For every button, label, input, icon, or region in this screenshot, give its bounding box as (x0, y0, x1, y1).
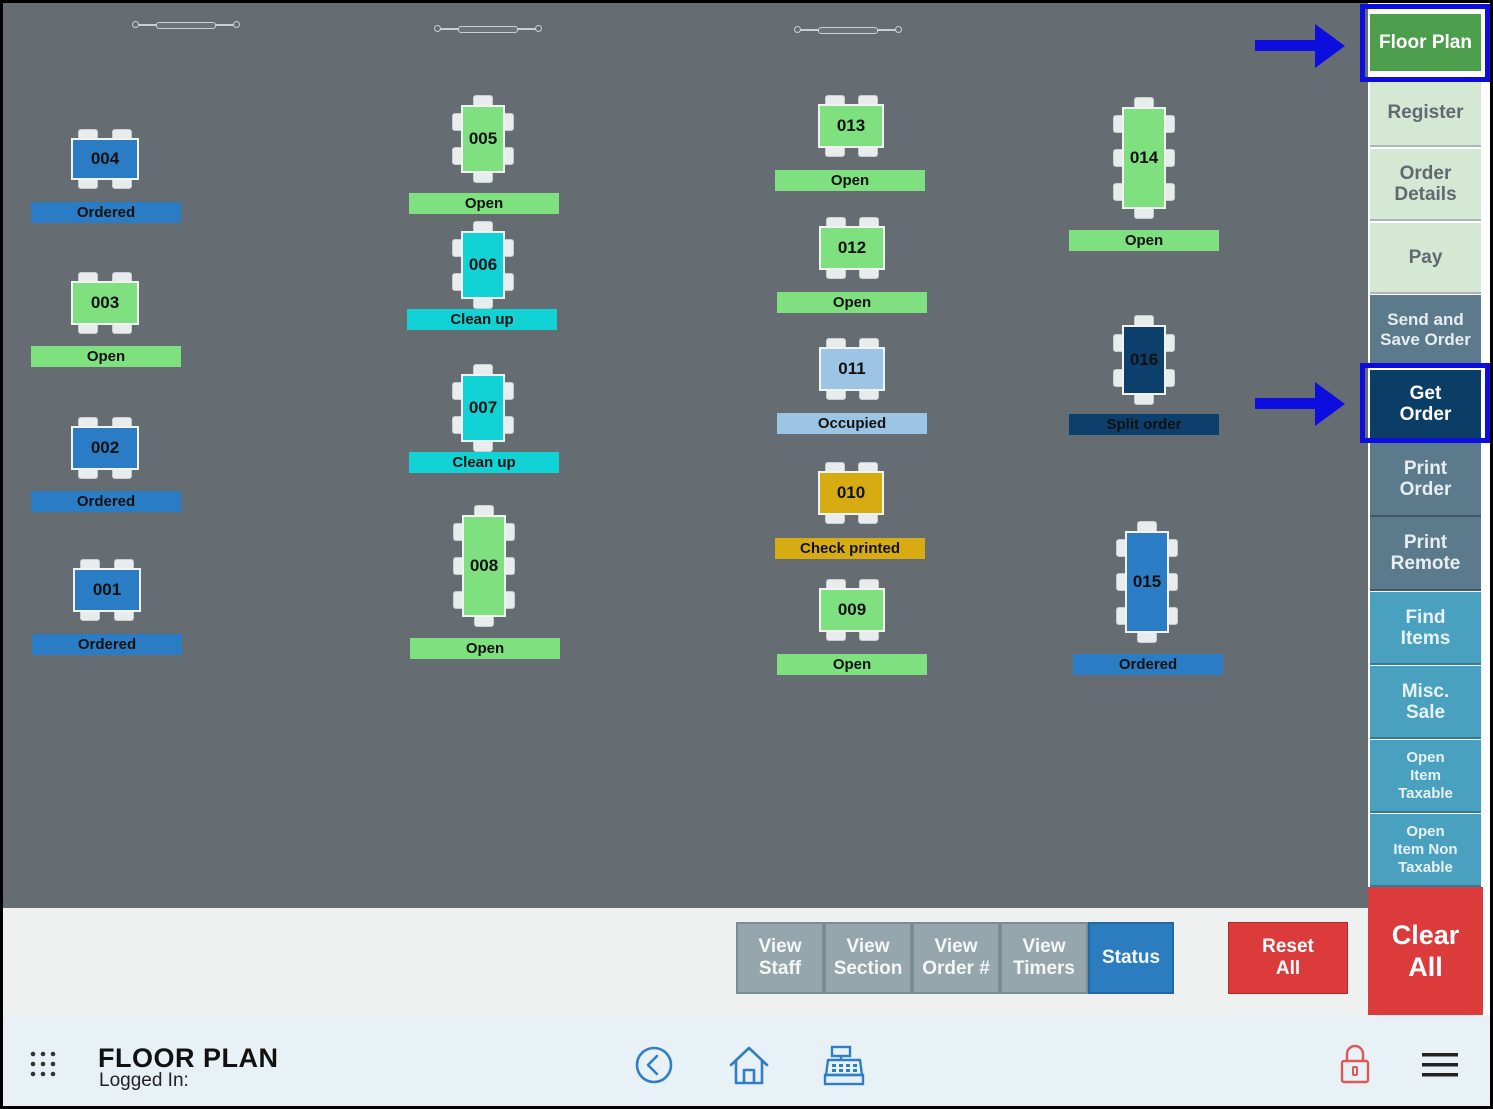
table-status-label: Ordered (31, 202, 181, 223)
table-status-label: Open (409, 193, 559, 214)
table-status-label: Open (777, 292, 927, 313)
table-number: 006 (461, 231, 505, 299)
view-staff-button[interactable]: View Staff (736, 922, 824, 994)
reset-all-button[interactable]: Reset All (1228, 922, 1348, 994)
table-status-label: Open (410, 638, 560, 659)
table-status-label: Open (1069, 230, 1219, 251)
table-number: 013 (818, 104, 884, 148)
table-status-label: Check printed (775, 538, 925, 559)
room-divider (794, 25, 902, 35)
lock-icon[interactable] (1339, 1043, 1371, 1085)
bottom-bar: FLOOR PLAN Logged In: (3, 1015, 1490, 1106)
table-status-label: Open (777, 654, 927, 675)
floor-plan-highlight (1360, 4, 1490, 82)
app-window: 004 Ordered 003 Open 002 Ordered 001 Ordered 005… (0, 0, 1493, 1109)
view-order-number-button[interactable]: View Order # (912, 922, 1000, 994)
logged-in-label: Logged In: (99, 1070, 189, 1091)
open-item-non-taxable-button[interactable]: Open Item Non Taxable (1370, 814, 1481, 887)
table-number: 012 (819, 226, 885, 270)
get-order-highlight (1360, 363, 1490, 443)
home-icon[interactable] (727, 1043, 771, 1087)
table-number: 015 (1125, 531, 1169, 633)
hamburger-menu-icon[interactable] (1422, 1051, 1458, 1079)
table-status-label: Split order (1069, 414, 1219, 435)
action-bar: View Staff View Section View Order # Vie… (3, 908, 1368, 1015)
arrow-right-icon (1255, 24, 1345, 68)
table-status-label: Open (31, 346, 181, 367)
order-details-button[interactable]: Order Details (1370, 149, 1481, 221)
table-number: 016 (1122, 325, 1166, 395)
table-status-label: Ordered (1073, 654, 1223, 675)
table-number: 010 (818, 471, 884, 515)
open-item-taxable-button[interactable]: Open Item Taxable (1370, 740, 1481, 813)
table-status-label: Clean up (409, 452, 559, 473)
table-number: 004 (71, 138, 139, 180)
table-number: 005 (461, 105, 505, 173)
table-number: 002 (71, 426, 139, 470)
table-number: 008 (462, 515, 506, 617)
cash-register-icon[interactable] (822, 1045, 866, 1087)
table-number: 007 (461, 374, 505, 442)
table-status-label: Open (775, 170, 925, 191)
misc-sale-button[interactable]: Misc. Sale (1370, 666, 1481, 739)
register-button[interactable]: Register (1370, 79, 1481, 147)
clear-all-button[interactable]: Clear All (1368, 887, 1483, 1015)
table-status-label: Ordered (31, 491, 181, 512)
view-timers-button[interactable]: View Timers (1000, 922, 1088, 994)
table-status-label: Clean up (407, 309, 557, 330)
send-save-order-button[interactable]: Send and Save Order (1370, 295, 1481, 366)
back-circle-icon[interactable] (634, 1045, 674, 1085)
table-number: 009 (819, 588, 885, 632)
find-items-button[interactable]: Find Items (1370, 592, 1481, 665)
table-status-label: Occupied (777, 413, 927, 434)
table-number: 011 (819, 347, 885, 391)
table-number: 001 (73, 568, 141, 612)
floor-plan-area: 004 Ordered 003 Open 002 Ordered 001 Ordered 005… (3, 3, 1368, 908)
room-divider (434, 24, 542, 34)
print-order-button[interactable]: Print Order (1370, 443, 1481, 517)
apps-grid-icon[interactable] (29, 1050, 59, 1080)
view-section-button[interactable]: View Section (824, 922, 912, 994)
table-status-label: Ordered (32, 634, 182, 655)
print-remote-button[interactable]: Print Remote (1370, 517, 1481, 591)
table-number: 014 (1122, 107, 1166, 209)
table-number: 003 (71, 281, 139, 325)
room-divider (132, 20, 240, 30)
status-button[interactable]: Status (1088, 922, 1174, 994)
sidebar: Floor Plan Register Order Details Pay Se… (1368, 3, 1483, 1015)
pay-button[interactable]: Pay (1370, 223, 1481, 294)
arrow-right-icon (1255, 382, 1345, 426)
